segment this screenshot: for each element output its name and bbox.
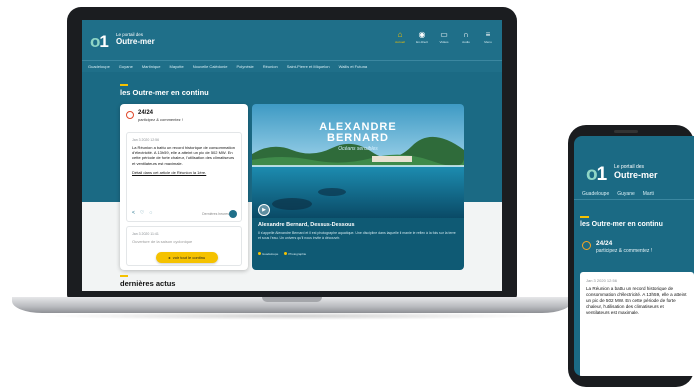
nav-item-saint-pierre[interactable]: Saint-Pierre et Miquelon (287, 64, 330, 69)
video-tag[interactable]: Photographie (284, 252, 306, 256)
nav-item-martinique[interactable]: Martinique (142, 64, 161, 69)
comment-icon[interactable]: ◌ (149, 210, 152, 216)
header-live-button[interactable]: ◉ En direct (414, 30, 430, 44)
see-all-button[interactable]: ▸ voir tout le continu (156, 252, 218, 263)
latest-accent (120, 275, 128, 277)
site-header: o1 Le portail des Outre-mer ⌂ Accueil ◉ … (82, 20, 502, 60)
headphones-icon: ∩ (463, 30, 469, 39)
phone-territory-nav: Guadeloupe Guyane Marti (574, 188, 694, 200)
header-icons: ⌂ Accueil ◉ En direct ▭ Vidéos ∩ Audio ≡ (392, 30, 496, 44)
share-icon[interactable]: < (132, 210, 135, 216)
video-tags: Guadeloupe Photographie (258, 252, 306, 256)
video-tag[interactable]: Guadeloupe (258, 252, 278, 256)
tv-icon: ▭ (440, 30, 448, 39)
phone-section-title: les Outre-mer en continu (580, 221, 663, 228)
phone-live-badge: 24/24 (596, 240, 613, 247)
section-accent (120, 84, 128, 86)
marketing-mockup: o1 Le portail des Outre-mer ⌂ Accueil ◉ … (0, 0, 694, 390)
phone-nav-item-martinique[interactable]: Marti (643, 191, 654, 197)
expand-icon[interactable] (229, 210, 237, 218)
phone-site-logo-text[interactable]: Le portail des Outre-mer (614, 164, 658, 180)
nav-item-guyane[interactable]: Guyane (119, 64, 133, 69)
header-audio-button[interactable]: ∩ Audio (458, 30, 474, 44)
laptop-screen: o1 Le portail des Outre-mer ⌂ Accueil ◉ … (82, 20, 502, 291)
live-post: Jan 3 2020 12:56 La Réunion a battu un r… (126, 132, 242, 222)
video-caption[interactable]: Alexandre Bernard, Dessus-Dessous (258, 222, 355, 228)
live-icon (126, 111, 134, 119)
laptop-notch (262, 297, 322, 302)
post-link[interactable]: Détail dans cet article de Réunion la 1è… (132, 170, 236, 175)
phone-section-accent (580, 216, 589, 218)
video-subtitle-overlay: Océans sensibles (338, 146, 378, 152)
latest-news-title: dernières actus (120, 279, 176, 288)
live-badge: 24/24 (138, 110, 154, 116)
post-text-2: Ouverture de la saison cyclonique (132, 239, 193, 244)
site-logo[interactable]: o1 (90, 32, 109, 52)
post-date-2: Jan 3 2020 11:41 (132, 232, 159, 236)
post-date: Jan 3 2020 12:56 (132, 138, 160, 142)
featured-video-card[interactable]: ALEXANDRE BERNARD Océans sensibles ▶ Ale… (252, 104, 464, 270)
nav-item-mayotte[interactable]: Mayotte (170, 64, 184, 69)
phone-nav-item-guadeloupe[interactable]: Guadeloupe (582, 191, 609, 197)
menu-icon: ≡ (485, 30, 491, 39)
heart-icon[interactable]: ♡ (140, 210, 144, 216)
live-subtitle[interactable]: participez & commentez ! (138, 117, 183, 122)
header-videos-button[interactable]: ▭ Vidéos (436, 30, 452, 44)
phone-post-text: La Réunion a battu un record historique … (586, 286, 687, 315)
post-text: La Réunion a battu un record historique … (132, 145, 235, 166)
nav-item-wallis[interactable]: Wallis et Futuna (339, 64, 368, 69)
phone-live-header: 24/24 participez & commentez ! (582, 240, 652, 254)
nav-item-reunion[interactable]: Réunion (263, 64, 278, 69)
play-circle-icon: ▸ (168, 255, 171, 260)
phone-site-logo[interactable]: o1 (586, 164, 607, 186)
video-title-overlay: ALEXANDRE BERNARD (319, 121, 397, 144)
play-icon[interactable]: ▶ (258, 204, 270, 216)
phone-live-subtitle[interactable]: participez & commentez ! (596, 248, 652, 254)
phone-speaker (614, 130, 638, 133)
phone-nav-item-guyane[interactable]: Guyane (617, 191, 635, 197)
site-logo-text[interactable]: Le portail des Outre-mer (116, 32, 155, 46)
radio-icon: ◉ (418, 30, 426, 39)
nav-item-nouvelle-caledonie[interactable]: Nouvelle Calédonie (193, 64, 228, 69)
video-description: Il s'appelle Alexandre Bernard et il est… (258, 231, 456, 240)
section-title: les Outre-mer en continu (120, 88, 209, 97)
phone-screen: o1 Le portail des Outre-mer Guadeloupe G… (574, 136, 694, 376)
video-thumbnail[interactable]: ALEXANDRE BERNARD Océans sensibles ▶ (252, 104, 464, 218)
header-home-button[interactable]: ⌂ Accueil (392, 30, 408, 44)
post-actions: < ♡ ◌ (132, 210, 152, 216)
phone-live-icon (582, 241, 591, 250)
home-icon: ⌂ (397, 30, 403, 39)
laptop-shadow (40, 312, 544, 320)
territory-nav: Guadeloupe Guyane Martinique Mayotte Nou… (82, 60, 502, 72)
phone-live-post: Jan 3 2020 12:56 La Réunion a battu un r… (580, 272, 694, 376)
live-header: 24/24 participez & commentez ! (126, 110, 183, 122)
nav-item-guadeloupe[interactable]: Guadeloupe (88, 64, 110, 69)
phone-post-date: Jan 3 2020 12:56 (586, 278, 617, 283)
post-more-link[interactable]: Dernières heures (202, 212, 229, 216)
live-feed-card: 24/24 participez & commentez ! Jan 3 202… (120, 104, 248, 270)
nav-item-polynesie[interactable]: Polynésie (236, 64, 253, 69)
header-menu-button[interactable]: ≡ Menu (480, 30, 496, 44)
